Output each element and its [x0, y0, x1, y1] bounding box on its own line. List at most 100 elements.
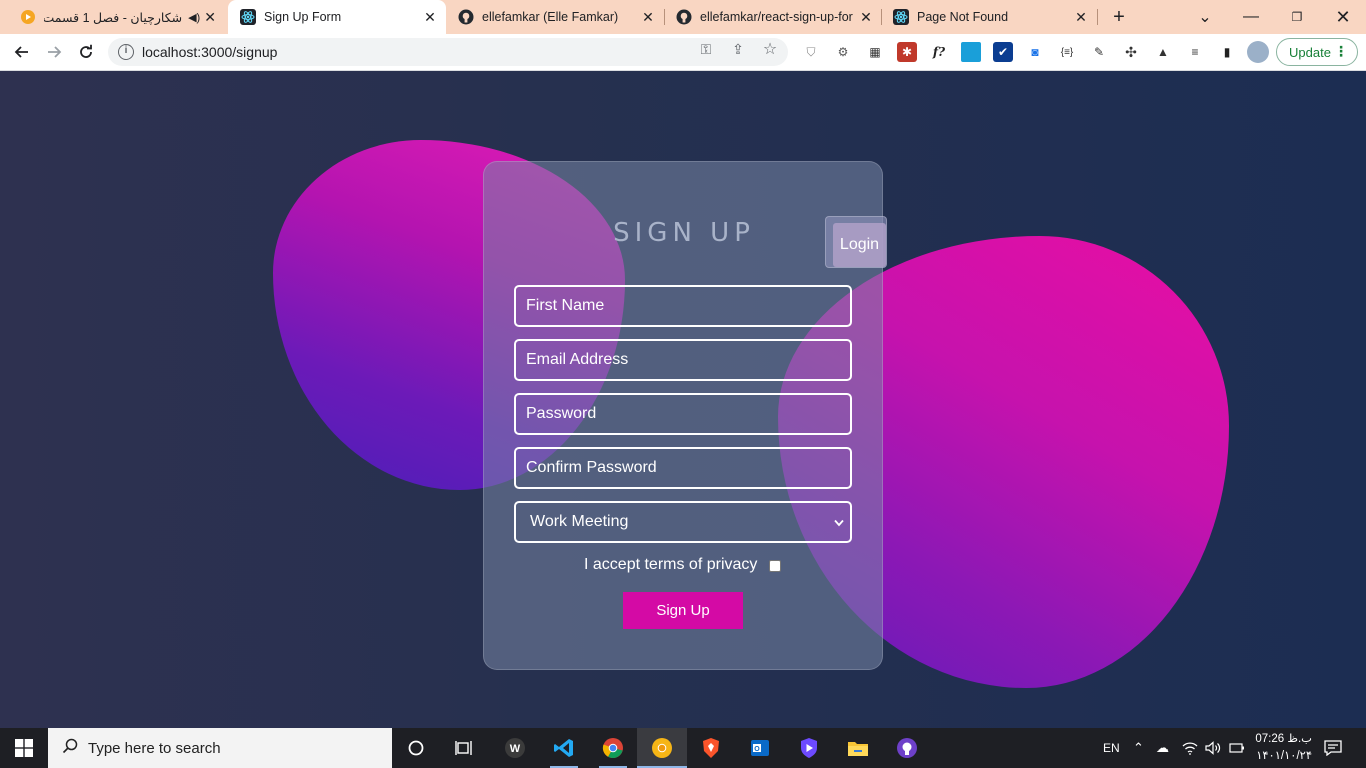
profile-avatar[interactable] — [1247, 41, 1269, 63]
search-placeholder: Type here to search — [88, 739, 221, 757]
github-icon — [676, 9, 692, 25]
cloud-sync-icon[interactable]: ☁ — [1156, 728, 1169, 768]
eyedropper-extension-icon[interactable]: ✎ — [1089, 42, 1109, 62]
tab-title: Sign Up Form — [264, 10, 342, 24]
back-button[interactable] — [8, 38, 36, 66]
json-extension-icon[interactable]: {≡} — [1057, 42, 1077, 62]
meeting-type-select[interactable]: Work Meeting — [514, 501, 852, 543]
url-text: localhost:3000/signup — [142, 44, 278, 60]
language-label: EN — [1103, 741, 1120, 755]
clock[interactable]: 07:26 ب.ظ ۱۴۰۱/۱۰/۲۴ — [1254, 731, 1312, 765]
play-icon — [20, 9, 36, 25]
red-extension-icon[interactable]: ✱ — [897, 42, 917, 62]
update-label: Update — [1289, 44, 1331, 60]
chrome-icon[interactable] — [599, 734, 627, 762]
windows-taskbar: Type here to search W O EN ⌃ ☁ 07:26 ب.ظ… — [0, 728, 1366, 768]
vscode-icon[interactable] — [550, 734, 578, 762]
flask-icon[interactable]: ▲ — [1153, 42, 1173, 62]
star-icon[interactable]: ☆ — [761, 40, 779, 58]
new-tab-button[interactable]: + — [1097, 0, 1141, 34]
taskbar-search[interactable]: Type here to search — [48, 728, 392, 768]
tab-title: ellefamkar/react-sign-up-for — [700, 10, 853, 24]
file-explorer-icon[interactable] — [844, 734, 872, 762]
github-icon — [458, 9, 474, 25]
meeting-type-value: Work Meeting — [530, 513, 629, 530]
minimize-button[interactable]: — — [1228, 0, 1274, 34]
tab-video[interactable]: شکارچیان - فصل 1 قسمت ◀) ✕ — [8, 0, 226, 34]
tab-page-not-found[interactable]: Page Not Found ✕ — [881, 0, 1097, 34]
wifi-icon[interactable] — [1182, 728, 1198, 768]
restore-button[interactable]: ❐ — [1274, 0, 1320, 34]
outlook-icon[interactable]: O — [746, 734, 774, 762]
close-icon[interactable]: ✕ — [200, 7, 220, 27]
terms-checkbox[interactable] — [769, 560, 781, 572]
close-icon[interactable]: ✕ — [856, 7, 876, 27]
close-icon[interactable]: ✕ — [638, 7, 658, 27]
forward-button[interactable] — [40, 38, 68, 66]
webstorm-icon[interactable]: W — [501, 734, 529, 762]
svg-text:W: W — [510, 743, 521, 755]
tab-sign-up-form[interactable]: Sign Up Form ✕ — [228, 0, 446, 34]
reload-button[interactable] — [72, 38, 100, 66]
address-bar[interactable]: i localhost:3000/signup — [108, 38, 788, 66]
arrow-right-icon — [48, 46, 62, 58]
close-window-button[interactable]: ✕ — [1320, 0, 1366, 34]
email-field[interactable]: Email Address — [514, 339, 852, 381]
confirm-password-field[interactable]: Confirm Password — [514, 447, 852, 489]
chrome-canary-icon[interactable] — [648, 734, 676, 762]
tab-github-profile[interactable]: ellefamkar (Elle Famkar) ✕ — [446, 0, 664, 34]
language-indicator[interactable]: EN — [1103, 728, 1120, 768]
notification-center-icon[interactable] — [1324, 728, 1342, 768]
reload-icon — [80, 44, 92, 58]
clock-date: ۱۴۰۱/۱۰/۲۴ — [1256, 750, 1312, 762]
checkbox-extension-icon[interactable]: ✔ — [993, 42, 1013, 62]
terms-label: I accept terms of privacy — [584, 556, 757, 574]
chevron-up-icon[interactable]: ⌃ — [1133, 728, 1144, 768]
lighthouse-extension-icon[interactable]: ▦ — [865, 42, 885, 62]
gear-extension-icon[interactable]: ⚙ — [833, 42, 853, 62]
battery-icon[interactable] — [1229, 728, 1245, 768]
speaker-icon[interactable]: ◀) — [188, 11, 200, 24]
start-button[interactable] — [0, 728, 48, 768]
reading-list-icon[interactable]: ≡ — [1185, 42, 1205, 62]
sign-up-button[interactable]: Sign Up — [623, 592, 743, 629]
email-placeholder: Email Address — [526, 351, 629, 368]
first-name-placeholder: First Name — [526, 297, 605, 314]
menu-dots-icon[interactable]: ⋮ — [1334, 43, 1348, 60]
clock-time: 07:26 ب.ظ — [1255, 733, 1312, 745]
key-icon[interactable]: ⚿ — [697, 40, 715, 58]
formula-extension-icon[interactable]: f? — [929, 42, 949, 62]
tab-title: Page Not Found — [917, 10, 1009, 24]
first-name-field[interactable]: First Name — [514, 285, 852, 327]
page-title: SIGN UP — [613, 218, 755, 248]
github-desktop-icon[interactable] — [893, 734, 921, 762]
brave-icon[interactable] — [697, 734, 725, 762]
screen-extension-icon[interactable]: ◙ — [1025, 42, 1045, 62]
puzzle-extensions-icon[interactable]: ✣ — [1121, 42, 1141, 62]
volume-icon[interactable] — [1205, 728, 1221, 768]
side-panel-icon[interactable]: ▮ — [1217, 42, 1237, 62]
site-info-icon[interactable]: i — [118, 44, 134, 60]
blue-square-extension-icon[interactable] — [961, 42, 981, 62]
close-icon[interactable]: ✕ — [1071, 7, 1091, 27]
login-button[interactable]: Login — [833, 223, 886, 267]
tab-title: ellefamkar (Elle Famkar) — [482, 10, 619, 24]
task-view-icon[interactable] — [450, 734, 478, 762]
tab-strip: شکارچیان - فصل 1 قسمت ◀) ✕ Sign Up Form … — [0, 0, 1366, 34]
cortana-icon[interactable] — [402, 734, 430, 762]
tab-github-repo[interactable]: ellefamkar/react-sign-up-for ✕ — [664, 0, 882, 34]
tab-search-button[interactable]: ⌄ — [1182, 0, 1228, 34]
search-icon — [62, 738, 78, 759]
close-icon[interactable]: ✕ — [420, 7, 440, 27]
proton-vpn-icon[interactable] — [795, 734, 823, 762]
windows-logo-icon — [15, 739, 33, 757]
arrow-left-icon — [14, 46, 28, 58]
react-icon — [240, 9, 256, 25]
terms-text: I accept terms of privacy — [584, 556, 758, 573]
password-field[interactable]: Password — [514, 393, 852, 435]
browser-toolbar: i localhost:3000/signup ⚿ ⇪ ☆ ⛉ ⚙ ▦ ✱ f?… — [0, 34, 1366, 71]
shield-extension-icon[interactable]: ⛉ — [801, 42, 821, 62]
update-button[interactable]: Update ⋮ — [1276, 38, 1358, 66]
share-icon[interactable]: ⇪ — [729, 40, 747, 58]
page-background: SIGN UP Login First Name Email Address P… — [0, 71, 1366, 728]
